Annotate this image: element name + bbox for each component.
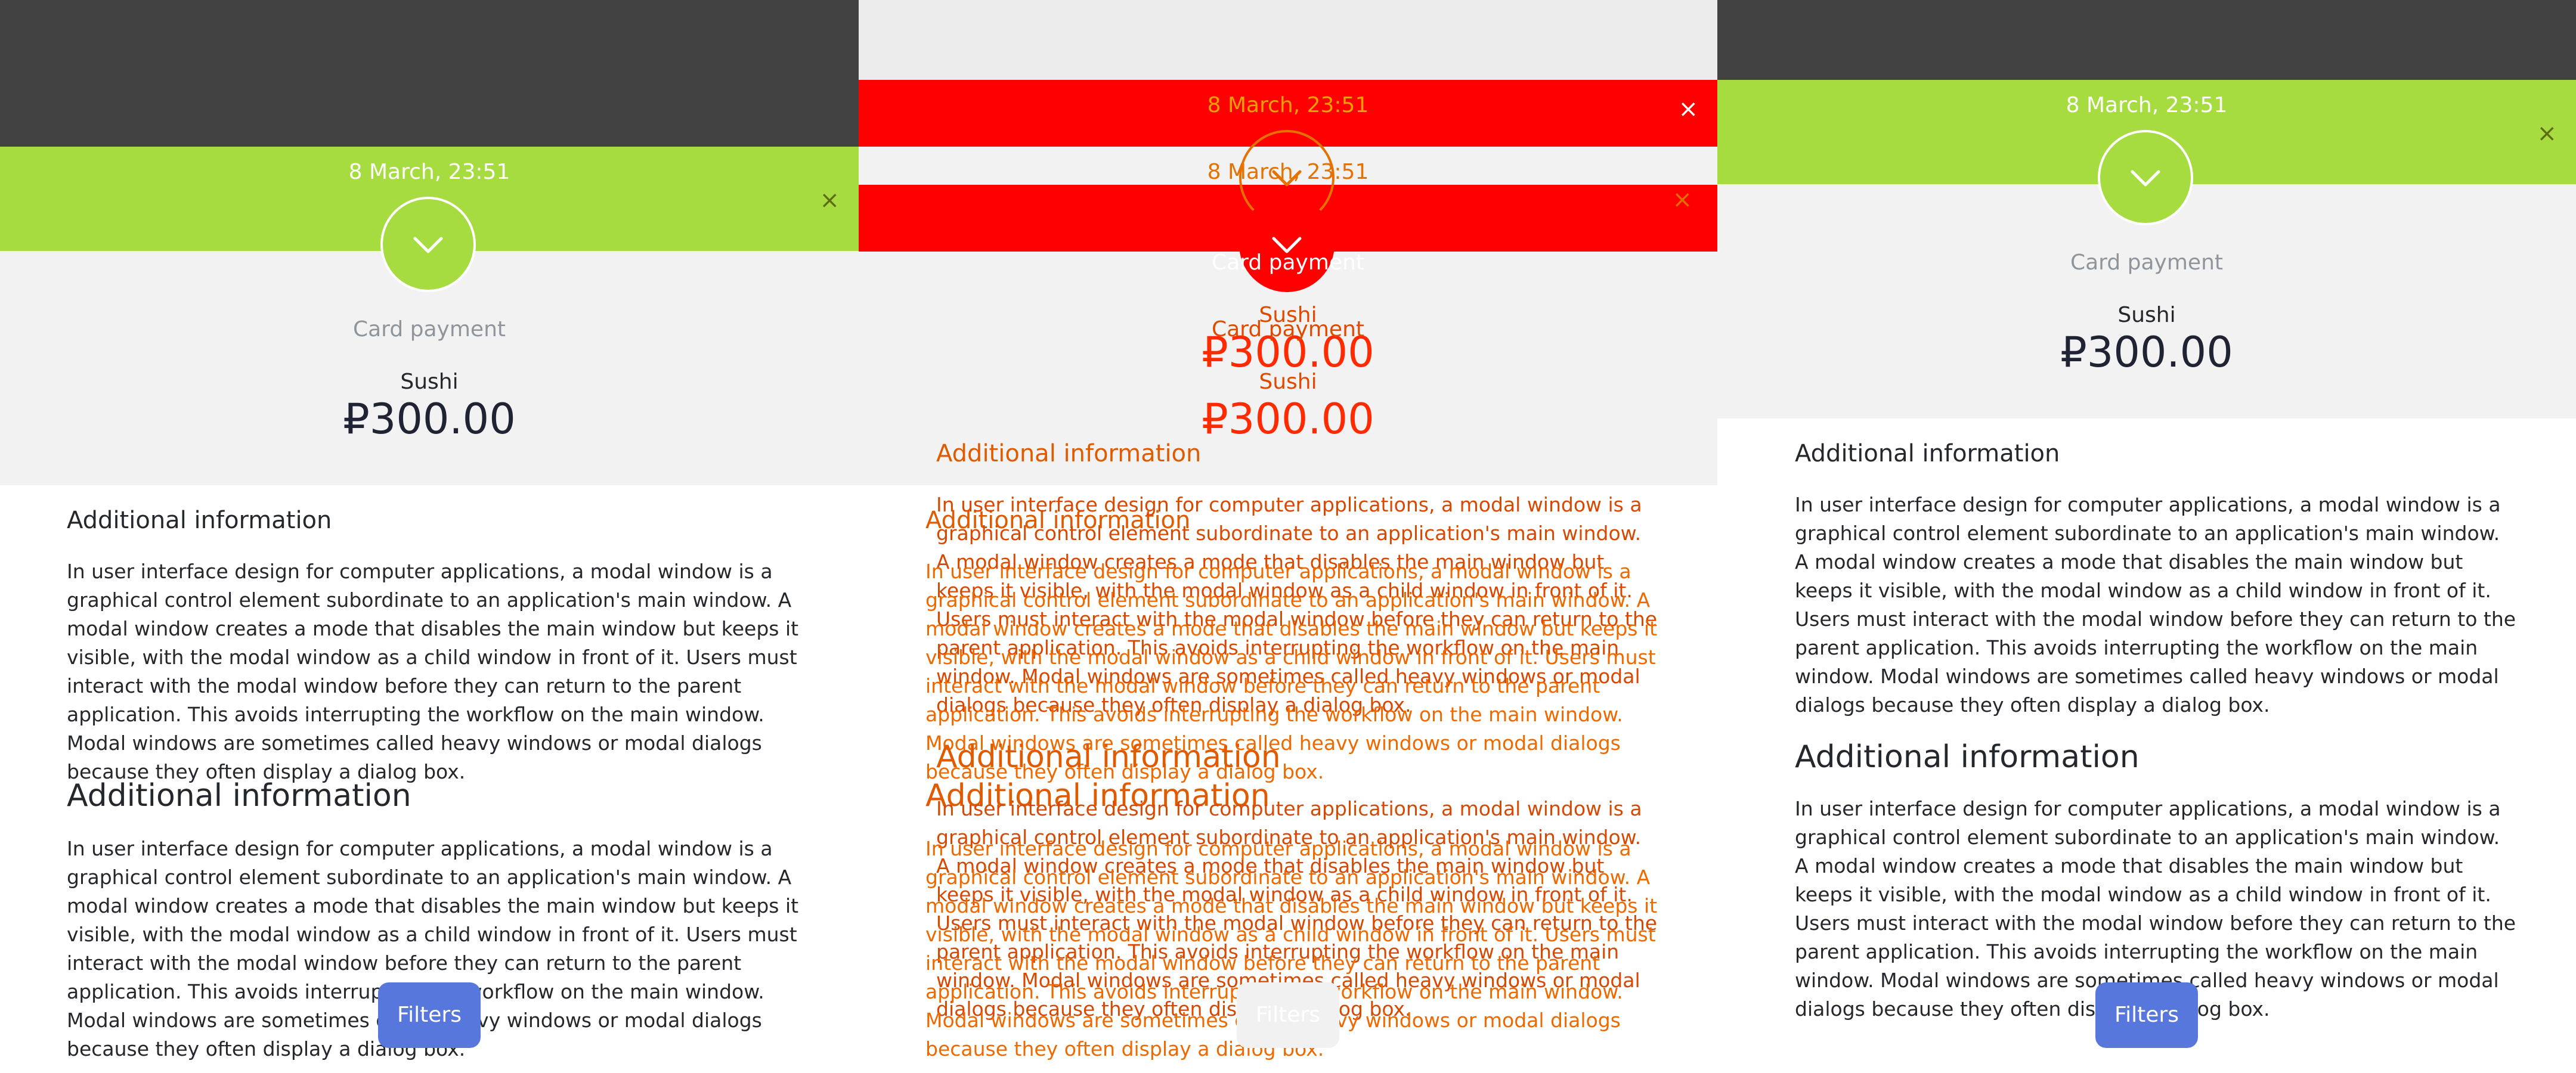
merchant-name: Sushi (400, 370, 459, 394)
dimmed-background[interactable] (1717, 0, 2576, 80)
filters-button[interactable]: Filters (1237, 982, 1339, 1048)
section-title: Additional information (67, 507, 332, 534)
payment-method: Card payment (352, 317, 506, 342)
amount: ₽300.00 (2060, 328, 2233, 377)
chevron-down-icon (2131, 170, 2160, 187)
amount-shifted: ₽300.00 (1202, 395, 1374, 444)
section-title: Additional information (1795, 440, 2060, 467)
payment-method: Card payment (2070, 250, 2224, 275)
close-icon[interactable]: × (819, 188, 840, 212)
close-icon[interactable]: × (1678, 95, 1698, 123)
screenshot-diff: 8 March, 23:51 8 March, 23:51 × × Card p… (859, 0, 1717, 1073)
transaction-date: 8 March, 23:51 (2066, 93, 2228, 117)
filters-button[interactable]: Filters (2095, 982, 2198, 1048)
payment-method-shifted: Card payment (1211, 317, 1365, 342)
close-icon[interactable]: × (2537, 122, 2557, 145)
screenshot-before: 8 March, 23:51 × Card payment Sushi ₽300… (0, 0, 859, 1073)
chevron-down-icon (413, 237, 443, 253)
section-title: Additional information (936, 440, 1202, 467)
section-title-large: Additional information (936, 739, 1281, 775)
dimmed-background[interactable] (0, 0, 859, 147)
amount: ₽300.00 (343, 395, 516, 444)
filters-button[interactable]: Filters (378, 982, 481, 1048)
transaction-date: 8 March, 23:51 (1207, 93, 1369, 117)
section-title-large: Additional information (67, 778, 411, 814)
section-title-large: Additional information (1795, 739, 2140, 775)
merchant-name-shifted: Sushi (1259, 370, 1317, 394)
success-badge (2098, 130, 2193, 225)
transaction-date: 8 March, 23:51 (348, 160, 510, 184)
success-badge (1239, 197, 1335, 292)
chevron-down-icon (1272, 170, 1302, 187)
close-icon[interactable]: × (1672, 186, 1692, 213)
payment-method: Card payment (1211, 250, 1365, 275)
section-text: In user interface design for computer ap… (1795, 493, 2516, 717)
screenshot-after: 8 March, 23:51 × Card payment Sushi ₽300… (1717, 0, 2576, 1073)
merchant-name: Sushi (2117, 303, 2176, 327)
dimmed-background[interactable] (859, 0, 1717, 80)
section-text: In user interface design for computer ap… (67, 560, 799, 783)
success-badge (380, 197, 476, 292)
